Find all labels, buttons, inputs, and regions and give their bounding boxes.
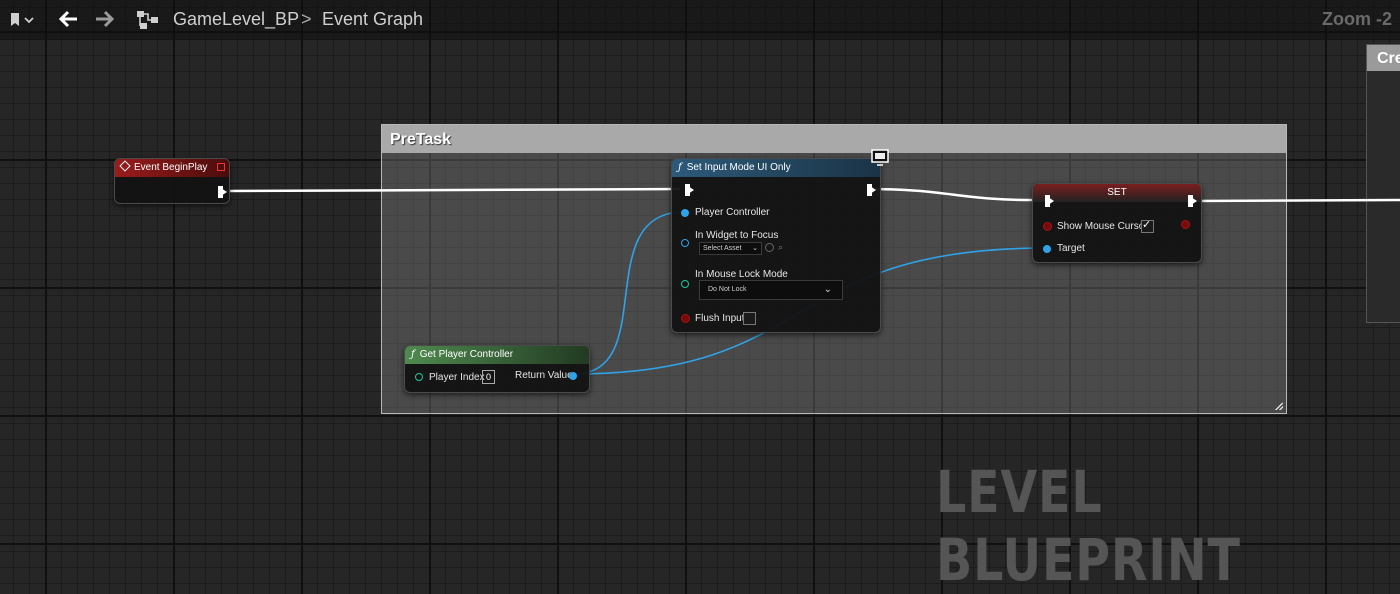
return-value-pin[interactable] — [569, 372, 577, 380]
exec-in-pin[interactable] — [685, 184, 694, 196]
flush-input-label: Flush Input — [695, 313, 745, 324]
node-get-player-controller[interactable]: ƒ Get Player Controller Player Index 0 Re… — [404, 345, 590, 393]
player-index-input[interactable]: 0 — [482, 370, 495, 384]
exec-out-pin[interactable] — [1188, 195, 1197, 207]
node-set-input-mode-ui-only[interactable]: ƒ Set Input Mode UI Only Player Controlle… — [671, 158, 881, 333]
search-icon[interactable]: ⌕ — [778, 242, 783, 253]
player-index-label: Player Index — [429, 372, 485, 383]
checkmark-icon: ✓ — [1142, 219, 1152, 231]
node-title: Get Player Controller — [419, 349, 514, 360]
level-blueprint-watermark: LEVEL BLUEPRINT — [936, 458, 1241, 594]
widget-select-value: Select Asset — [703, 245, 742, 252]
node-set[interactable]: SET Show Mouse Cursor ✓ Target — [1032, 183, 1202, 263]
exec-wire-setinput-to-set — [867, 187, 1045, 202]
exec-out-pin[interactable] — [867, 184, 876, 196]
target-pin[interactable] — [1043, 245, 1051, 253]
monitor-icon — [871, 149, 889, 166]
widget-select-dropdown[interactable]: Select Asset ⌄ — [699, 242, 762, 255]
show-mouse-cursor-label: Show Mouse Cursor — [1057, 221, 1148, 232]
chevron-down-icon: ⌄ — [752, 245, 758, 252]
flush-input-pin[interactable] — [681, 314, 690, 323]
node-title: SET — [1107, 187, 1127, 198]
node-title: Set Input Mode UI Only — [686, 162, 791, 173]
widget-to-focus-pin[interactable] — [681, 239, 689, 247]
target-label: Target — [1057, 243, 1085, 254]
mouse-lock-mode-value: Do Not Lock — [708, 286, 747, 293]
node-header: SET — [1033, 184, 1201, 202]
show-mouse-cursor-pin[interactable] — [1043, 222, 1052, 231]
player-controller-label: Player Controller — [695, 207, 770, 218]
show-mouse-cursor-out-pin[interactable] — [1181, 220, 1190, 229]
function-icon: ƒ — [678, 162, 682, 173]
node-header: ƒ Get Player Controller — [405, 346, 589, 364]
player-controller-pin[interactable] — [681, 209, 689, 217]
player-index-pin[interactable] — [415, 373, 423, 381]
event-icon — [119, 160, 131, 172]
function-icon: ƒ — [411, 349, 415, 360]
flush-input-checkbox[interactable] — [743, 312, 756, 325]
object-wire-to-player-controller — [573, 211, 685, 375]
node-header: Event BeginPlay — [115, 159, 229, 177]
exec-wire-begin-to-setinput — [225, 187, 681, 193]
node-header: ƒ Set Input Mode UI Only — [672, 159, 880, 177]
mouse-lock-mode-label: In Mouse Lock Mode — [695, 269, 788, 280]
delegate-pin[interactable] — [217, 163, 225, 171]
widget-to-focus-label: In Widget to Focus — [695, 230, 779, 241]
clear-icon[interactable] — [765, 243, 774, 252]
exec-in-pin[interactable] — [1045, 195, 1054, 207]
chevron-down-icon: ⌄ — [823, 284, 832, 295]
exec-wire-set-to-offscreen — [1189, 198, 1400, 203]
exec-out-pin[interactable] — [218, 186, 227, 198]
mouse-lock-mode-pin[interactable] — [681, 280, 689, 288]
mouse-lock-mode-dropdown[interactable]: Do Not Lock ⌄ — [699, 280, 843, 300]
node-event-beginplay[interactable]: Event BeginPlay — [114, 158, 230, 204]
node-title: Event BeginPlay — [134, 162, 208, 173]
return-value-label: Return Value — [515, 370, 573, 381]
